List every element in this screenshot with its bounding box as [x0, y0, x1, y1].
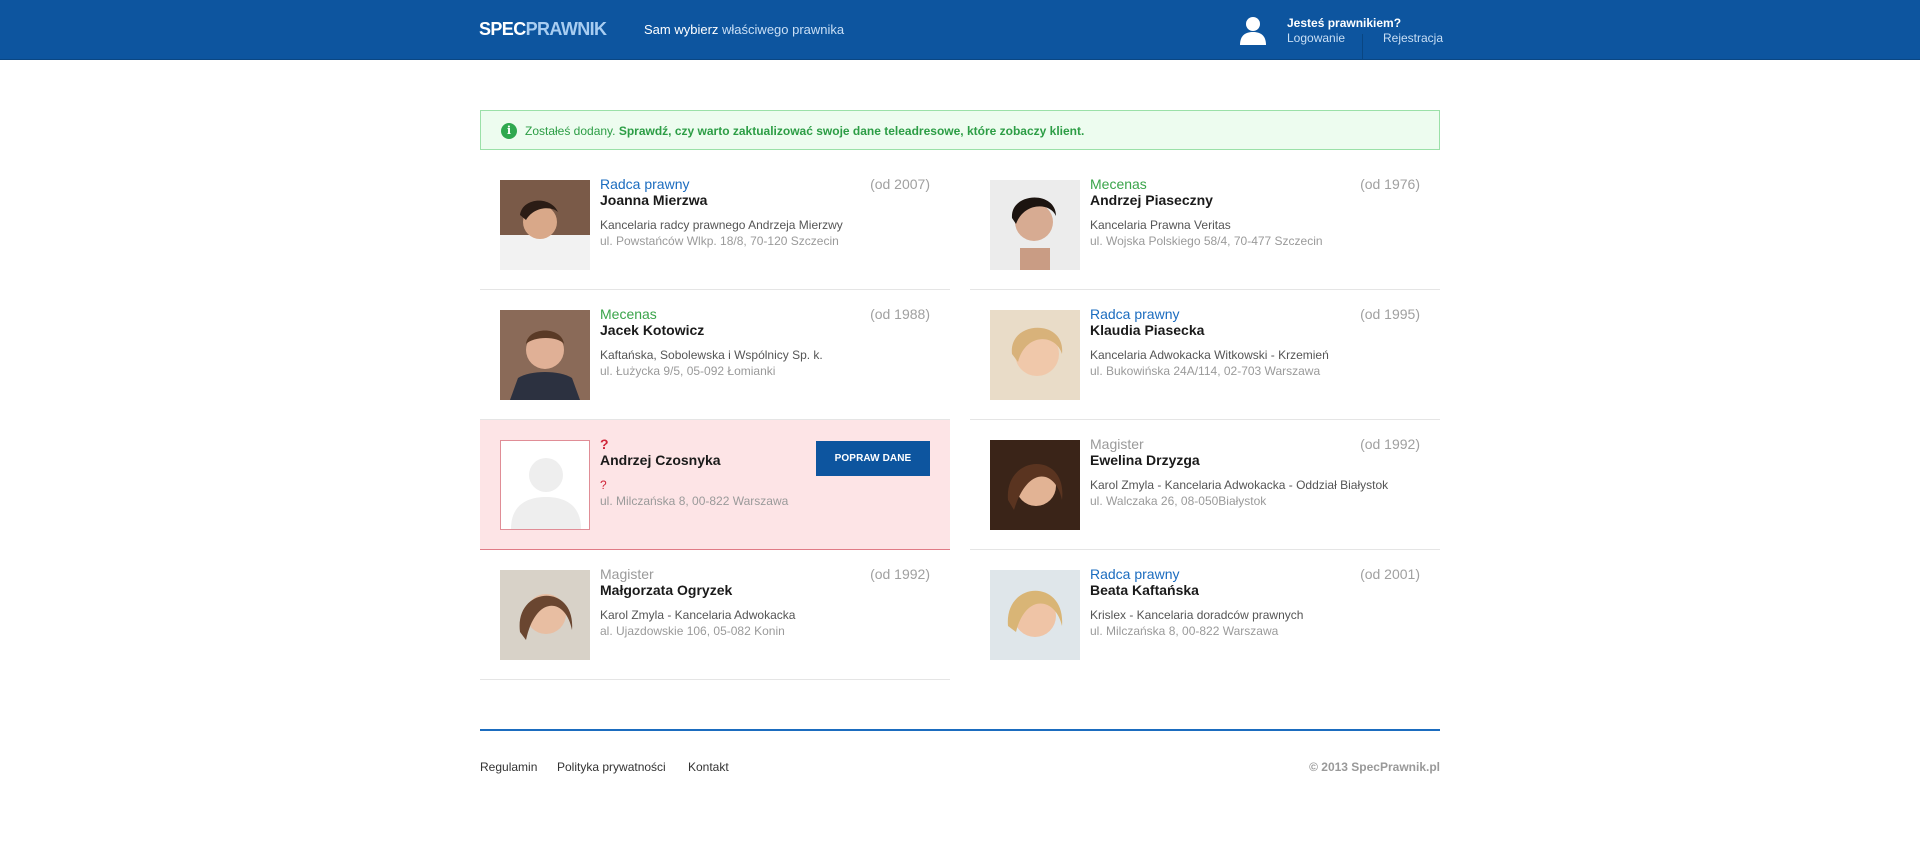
practice-since: (od 1995)	[1360, 306, 1420, 322]
lawyer-card[interactable]: Radca prawny (od 1995) Klaudia Piasecka …	[970, 290, 1440, 420]
top-navigation-bar: SPECPRAWNIK Sam wybierz właściwego prawn…	[0, 0, 1920, 60]
practice-since: (od 2007)	[870, 176, 930, 192]
user-icon	[1240, 17, 1266, 45]
firm-address: al. Ujazdowskie 106, 05-082 Konin	[600, 624, 785, 638]
lawyer-card[interactable]: Radca prawny (od 2001) Beata Kaftańska K…	[970, 550, 1440, 680]
lawyer-card[interactable]: Magister (od 1992) Małgorzata Ogryzek Ka…	[480, 550, 950, 680]
practice-since: (od 1988)	[870, 306, 930, 322]
practice-since: (od 1992)	[1360, 436, 1420, 452]
success-notice: i Zostałeś dodany. Sprawdź, czy warto za…	[480, 110, 1440, 150]
notice-text: Zostałeś dodany. Sprawdź, czy warto zakt…	[525, 124, 1085, 138]
footer-link-terms[interactable]: Regulamin	[480, 760, 537, 774]
lawyer-name[interactable]: Andrzej Piaseczny	[1090, 192, 1213, 208]
footer-link-contact[interactable]: Kontakt	[688, 760, 729, 774]
lawyer-card[interactable]: Mecenas (od 1976) Andrzej Piaseczny Kanc…	[970, 160, 1440, 290]
lawyer-photo	[500, 310, 590, 400]
firm-address: ul. Milczańska 8, 00-822 Warszawa	[1090, 624, 1279, 638]
placeholder-avatar-icon	[500, 440, 590, 530]
lawyer-card[interactable]: Radca prawny (od 2007) Joanna Mierzwa Ka…	[480, 160, 950, 290]
lawyer-card[interactable]: Magister (od 1992) Ewelina Drzyzga Karol…	[970, 420, 1440, 550]
lawyer-card[interactable]: Mecenas (od 1988) Jacek Kotowicz Kaftańs…	[480, 290, 950, 420]
firm-name: Karol Zmyla - Kancelaria Adwokacka - Odd…	[1090, 478, 1389, 492]
practice-since: (od 1992)	[870, 566, 930, 582]
firm-address: ul. Milczańska 8, 00-822 Warszawa	[600, 494, 789, 508]
copyright: © 2013 SpecPrawnik.pl	[1309, 760, 1440, 774]
lawyer-photo	[500, 570, 590, 660]
info-icon: i	[501, 123, 517, 139]
lawyer-title: ?	[600, 436, 609, 452]
firm-name: Karol Zmyla - Kancelaria Adwokacka	[600, 608, 796, 622]
lawyer-title: Mecenas	[1090, 176, 1147, 192]
lawyer-photo	[500, 180, 590, 270]
firm-name: ?	[600, 478, 607, 492]
lawyer-photo	[990, 570, 1080, 660]
practice-since: (od 2001)	[1360, 566, 1420, 582]
firm-name: Krislex - Kancelaria doradców prawnych	[1090, 608, 1304, 622]
account-divider	[1362, 34, 1363, 60]
register-link[interactable]: Rejestracja	[1383, 31, 1443, 45]
footer-divider	[480, 729, 1440, 731]
lawyer-name[interactable]: Ewelina Drzyzga	[1090, 452, 1200, 468]
lawyer-title: Radca prawny	[1090, 566, 1180, 582]
site-logo[interactable]: SPECPRAWNIK	[479, 19, 607, 40]
lawyer-name[interactable]: Małgorzata Ogryzek	[600, 582, 732, 598]
firm-address: ul. Łużycka 9/5, 05-092 Łomianki	[600, 364, 776, 378]
tagline: Sam wybierz właściwego prawnika	[644, 22, 845, 37]
lawyer-photo	[990, 440, 1080, 530]
login-link[interactable]: Logowanie	[1287, 31, 1345, 45]
firm-name: Kancelaria Adwokacka Witkowski - Krzemie…	[1090, 348, 1329, 362]
lawyer-photo	[990, 180, 1080, 270]
lawyer-title: Magister	[1090, 436, 1144, 452]
lawyer-title: Radca prawny	[600, 176, 690, 192]
lawyer-title: Radca prawny	[1090, 306, 1180, 322]
firm-name: Kancelaria Prawna Veritas	[1090, 218, 1231, 232]
footer-link-privacy[interactable]: Polityka prywatności	[557, 760, 666, 774]
firm-name: Kaftańska, Sobolewska i Wspólnicy Sp. k.	[600, 348, 823, 362]
lawyer-title: Mecenas	[600, 306, 657, 322]
practice-since: (od 1976)	[1360, 176, 1420, 192]
lawyer-name[interactable]: Joanna Mierzwa	[600, 192, 707, 208]
fix-data-button[interactable]: POPRAW DANE	[816, 441, 930, 476]
lawyer-photo	[990, 310, 1080, 400]
firm-address: ul. Bukowińska 24A/114, 02-703 Warszawa	[1090, 364, 1321, 378]
firm-address: ul. Walczaka 26, 08-050Białystok	[1090, 494, 1267, 508]
lawyer-name[interactable]: Beata Kaftańska	[1090, 582, 1199, 598]
lawyer-name[interactable]: Andrzej Czosnyka	[600, 452, 721, 468]
firm-name: Kancelaria radcy prawnego Andrzeja Mierz…	[600, 218, 843, 232]
firm-address: ul. Wojska Polskiego 58/4, 70-477 Szczec…	[1090, 234, 1323, 248]
lawyer-card-incomplete[interactable]: ? Andrzej Czosnyka ? ul. Milczańska 8, 0…	[480, 420, 950, 550]
lawyer-name[interactable]: Klaudia Piasecka	[1090, 322, 1204, 338]
lawyer-name[interactable]: Jacek Kotowicz	[600, 322, 704, 338]
lawyer-question: Jesteś prawnikiem?	[1287, 16, 1402, 30]
firm-address: ul. Powstańców Wlkp. 18/8, 70-120 Szczec…	[600, 234, 839, 248]
lawyer-title: Magister	[600, 566, 654, 582]
